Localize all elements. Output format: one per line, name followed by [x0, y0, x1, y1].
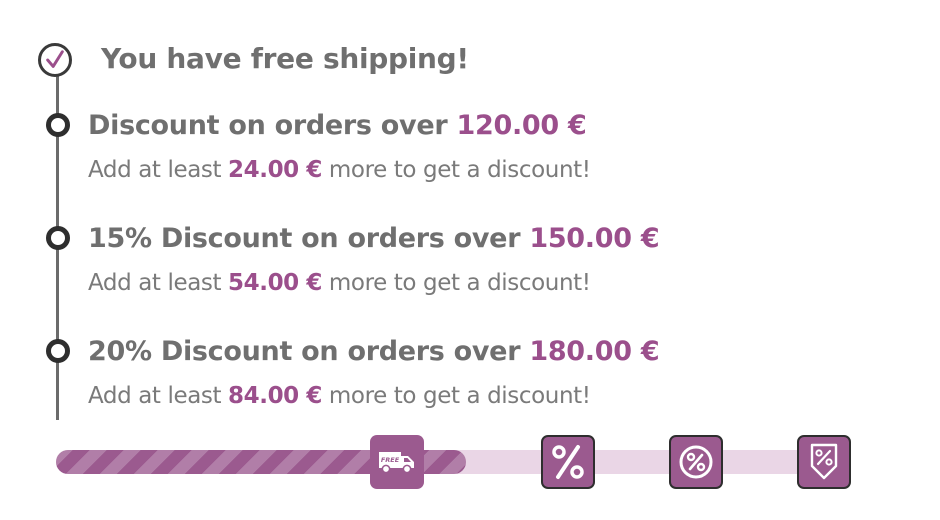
tier-threshold: 120.00 €: [456, 110, 587, 141]
tier-marker-icon: [46, 226, 70, 250]
tier-marker-icon: [46, 113, 70, 137]
tier-heading-prefix: 15% Discount on orders over: [88, 223, 521, 254]
percent-badge-icon: [679, 445, 713, 479]
tier-sub-after: more to get a discount!: [328, 270, 591, 296]
milestone-percent: [541, 435, 595, 489]
tier-remaining-text: Add at least 54.00 € more to get a disco…: [88, 270, 591, 296]
milestone-free-shipping: FREE: [370, 435, 424, 489]
tier-heading: 20% Discount on orders over 180.00 €: [88, 336, 660, 367]
check-icon: [46, 50, 64, 68]
free-shipping-truck-icon: FREE: [379, 452, 414, 474]
check-circle-icon: [38, 43, 72, 77]
percent-tag-arrow-icon: [810, 443, 838, 480]
truck-label: FREE: [381, 456, 400, 464]
tier-threshold: 180.00 €: [529, 336, 660, 367]
tier-remaining-amount: 24.00 €: [228, 157, 322, 183]
tier-remaining-text: Add at least 24.00 € more to get a disco…: [88, 157, 591, 183]
tier-heading: 15% Discount on orders over 150.00 €: [88, 223, 660, 254]
tier-threshold: 150.00 €: [529, 223, 660, 254]
tier-marker-icon: [46, 339, 70, 363]
tier-sub-after: more to get a discount!: [328, 383, 591, 409]
free-shipping-message: You have free shipping!: [101, 42, 469, 75]
tier-remaining-text: Add at least 84.00 € more to get a disco…: [88, 383, 591, 409]
milestone-percent-badge: [669, 435, 723, 489]
tier-heading: Discount on orders over 120.00 €: [88, 110, 587, 141]
percent-icon: [552, 445, 584, 479]
tier-sub-before: Add at least: [88, 270, 222, 296]
tier-heading-prefix: 20% Discount on orders over: [88, 336, 521, 367]
tier-sub-before: Add at least: [88, 157, 222, 183]
tier-sub-after: more to get a discount!: [328, 157, 591, 183]
tier-heading-prefix: Discount on orders over: [88, 110, 448, 141]
milestone-percent-tag: [797, 435, 851, 489]
tier-remaining-amount: 84.00 €: [228, 383, 322, 409]
tier-remaining-amount: 54.00 €: [228, 270, 322, 296]
tier-sub-before: Add at least: [88, 383, 222, 409]
